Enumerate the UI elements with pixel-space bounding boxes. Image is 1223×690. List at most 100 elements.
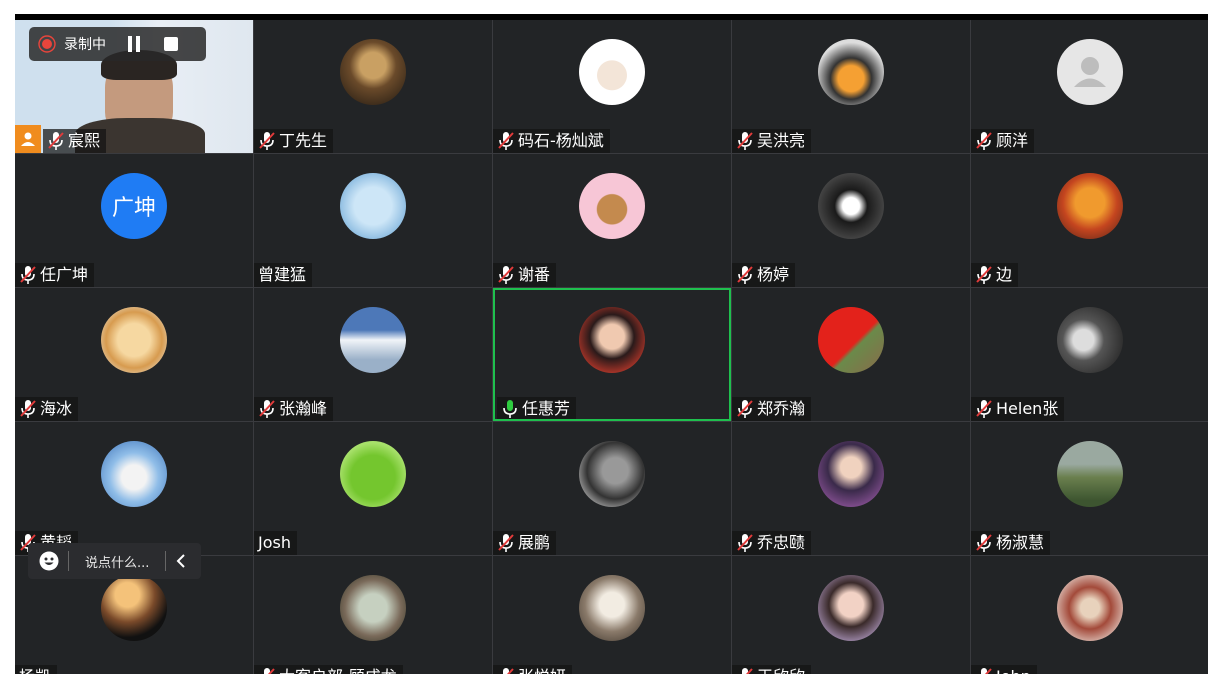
participant-avatar bbox=[340, 307, 406, 373]
participant-avatar bbox=[579, 441, 645, 507]
participant-avatar bbox=[340, 173, 406, 239]
participant-nametag: 任广坤 bbox=[15, 263, 95, 287]
participant-name: 宸熙 bbox=[68, 131, 101, 150]
participant-tile[interactable]: Josh bbox=[254, 422, 492, 555]
mic-muted-icon bbox=[975, 265, 993, 285]
participant-name: 郑乔瀚 bbox=[757, 399, 806, 418]
participant-tile[interactable]: 丁先生 bbox=[254, 20, 492, 153]
participant-nametag: 吴洪亮 bbox=[732, 129, 812, 153]
participant-name: 杨凯 bbox=[19, 665, 51, 674]
participant-nametag: 展鹏 bbox=[493, 531, 557, 555]
mic-muted-icon bbox=[497, 667, 515, 674]
participant-tile[interactable]: 顾洋 bbox=[971, 20, 1208, 153]
participant-tile[interactable]: 黄韬 bbox=[15, 422, 253, 555]
participant-tile[interactable]: 展鹏 bbox=[493, 422, 731, 555]
participant-avatar bbox=[1057, 307, 1123, 373]
participant-tile[interactable]: John bbox=[971, 556, 1208, 674]
participant-tile[interactable]: 谢番 bbox=[493, 154, 731, 287]
pause-recording-icon[interactable] bbox=[128, 36, 140, 52]
participant-nametag: 大客户部-顾成龙 bbox=[254, 665, 403, 674]
mic-muted-icon bbox=[497, 265, 515, 285]
mic-muted-icon bbox=[19, 399, 37, 419]
stop-recording-icon[interactable] bbox=[164, 37, 178, 51]
participant-name: 张瀚峰 bbox=[279, 399, 328, 418]
participant-avatar bbox=[1057, 173, 1123, 239]
recording-indicator: 录制中 bbox=[29, 27, 206, 61]
participant-nametag: 码石-杨灿斌 bbox=[493, 129, 610, 153]
participant-tile[interactable]: 曾建猛 bbox=[254, 154, 492, 287]
participant-name: 吴洪亮 bbox=[757, 131, 806, 150]
chat-input-bar[interactable]: 说点什么... bbox=[28, 543, 201, 579]
mic-muted-icon bbox=[975, 667, 993, 674]
participant-name: 海冰 bbox=[40, 399, 73, 418]
participant-nametag: 杨淑慧 bbox=[971, 531, 1051, 555]
participant-avatar bbox=[340, 39, 406, 105]
participant-nametag: 张瀚峰 bbox=[254, 397, 334, 421]
participant-avatar bbox=[101, 441, 167, 507]
participant-name: 顾洋 bbox=[996, 131, 1029, 150]
mic-muted-icon bbox=[497, 131, 515, 151]
participant-tile[interactable]: 广坤 任广坤 bbox=[15, 154, 253, 287]
participant-nametag: 曾建猛 bbox=[254, 263, 313, 287]
participant-nametag: 乔忠赜 bbox=[732, 531, 812, 555]
participant-tile[interactable]: 大客户部-顾成龙 bbox=[254, 556, 492, 674]
participant-avatar bbox=[579, 39, 645, 105]
participant-nametag: 郑乔瀚 bbox=[732, 397, 812, 421]
participant-avatar bbox=[818, 575, 884, 641]
participant-nametag: 张悦妍 bbox=[493, 665, 573, 674]
participant-avatar bbox=[1057, 575, 1123, 641]
collapse-chevron-icon[interactable] bbox=[176, 554, 186, 568]
record-icon[interactable] bbox=[38, 35, 56, 53]
chat-divider bbox=[165, 551, 166, 571]
participant-avatar bbox=[340, 441, 406, 507]
chat-divider bbox=[68, 551, 69, 571]
participant-avatar bbox=[579, 173, 645, 239]
participant-tile[interactable]: 郑乔瀚 bbox=[732, 288, 970, 421]
host-badge-icon bbox=[15, 125, 41, 153]
mic-muted-icon bbox=[497, 533, 515, 553]
participant-avatar bbox=[579, 307, 645, 373]
participant-tile[interactable]: Helen张 bbox=[971, 288, 1208, 421]
participant-tile[interactable]: 杨淑慧 bbox=[971, 422, 1208, 555]
mic-muted-icon bbox=[736, 265, 754, 285]
mic-muted-icon bbox=[258, 667, 276, 674]
participant-avatar bbox=[818, 307, 884, 373]
participant-avatar bbox=[1057, 441, 1123, 507]
participant-tile[interactable]: 码石-杨灿斌 bbox=[493, 20, 731, 153]
participant-tile[interactable]: 乔忠赜 bbox=[732, 422, 970, 555]
participant-avatar bbox=[579, 575, 645, 641]
participant-nametag: 顾洋 bbox=[971, 129, 1035, 153]
participant-nametag: 边 bbox=[971, 263, 1019, 287]
participant-tile[interactable]: 任惠芳 bbox=[493, 288, 731, 421]
participant-nametag: 任惠芳 bbox=[497, 397, 577, 419]
participant-tile[interactable]: 王欣欣 bbox=[732, 556, 970, 674]
participant-tile[interactable]: 海冰 bbox=[15, 288, 253, 421]
participant-nametag: 海冰 bbox=[15, 397, 79, 421]
mic-muted-icon bbox=[258, 131, 276, 151]
chat-input[interactable]: 说点什么... bbox=[85, 552, 157, 571]
participant-nametag: 杨婷 bbox=[732, 263, 796, 287]
participant-tile[interactable]: 张悦妍 bbox=[493, 556, 731, 674]
participant-name: John bbox=[996, 665, 1031, 674]
mic-muted-icon bbox=[975, 533, 993, 553]
participant-tile[interactable]: 张瀚峰 bbox=[254, 288, 492, 421]
participant-name: 张悦妍 bbox=[518, 665, 566, 674]
participant-tile[interactable]: 边 bbox=[971, 154, 1208, 287]
participant-name: 王欣欣 bbox=[757, 665, 805, 674]
participant-name: 曾建猛 bbox=[258, 265, 307, 284]
participant-avatar bbox=[101, 575, 167, 641]
participant-name: Josh bbox=[258, 533, 291, 552]
participant-name: 任广坤 bbox=[40, 265, 89, 284]
participant-name: 任惠芳 bbox=[522, 399, 571, 418]
participant-avatar bbox=[818, 441, 884, 507]
emoji-icon[interactable] bbox=[39, 551, 59, 571]
participant-tile[interactable]: 吴洪亮 bbox=[732, 20, 970, 153]
mic-muted-icon bbox=[19, 265, 37, 285]
participant-nametag: 丁先生 bbox=[254, 129, 334, 153]
participant-tile[interactable]: 杨婷 bbox=[732, 154, 970, 287]
participant-name: 杨淑慧 bbox=[996, 533, 1045, 552]
mic-muted-icon bbox=[258, 399, 276, 419]
participant-avatar bbox=[340, 575, 406, 641]
participant-name: 码石-杨灿斌 bbox=[518, 131, 604, 150]
default-person-icon bbox=[1074, 57, 1106, 87]
